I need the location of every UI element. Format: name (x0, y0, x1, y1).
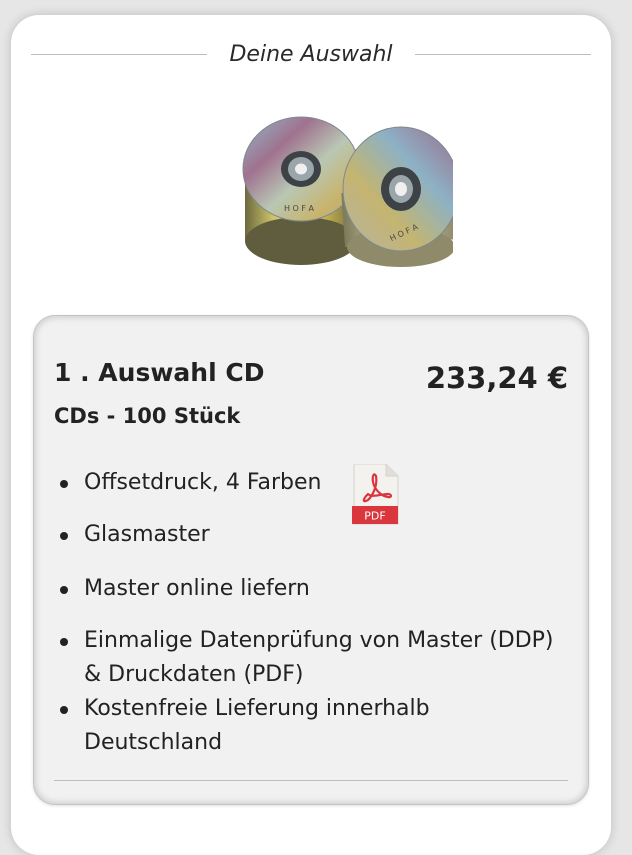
feature-item: Einmalige Datenprüfung von Master (DDP) … (54, 624, 564, 692)
summary-divider (54, 780, 568, 781)
selection-subtitle: CDs - 100 Stück (54, 404, 241, 428)
svg-text:H O F A: H O F A (284, 204, 315, 213)
pdf-icon[interactable]: PDF (352, 464, 400, 526)
feature-list: Offsetdruck, 4 Farben Glasmaster Master … (54, 466, 564, 760)
section-header: Deine Auswahl (31, 41, 592, 67)
selection-title: 1 . Auswahl CD (54, 358, 265, 387)
feature-item: Kostenfreie Lieferung innerhalb Deutschl… (54, 692, 564, 760)
header-divider-left (31, 53, 208, 55)
header-divider-right (414, 53, 592, 55)
feature-item: Offsetdruck, 4 Farben (54, 466, 564, 500)
selection-summary: 1 . Auswahl CD 233,24 € CDs - 100 Stück … (33, 315, 589, 805)
feature-item: Glasmaster (54, 518, 564, 552)
pdf-label: PDF (364, 510, 385, 523)
selection-price: 233,24 € (425, 361, 568, 395)
product-image: H O F A H O F A (242, 116, 453, 267)
section-title: Deine Auswahl (229, 41, 393, 67)
feature-item: Master online liefern (54, 572, 564, 606)
selection-card: Deine Auswahl H O F A H O F A 1 . Auswah… (11, 15, 611, 855)
